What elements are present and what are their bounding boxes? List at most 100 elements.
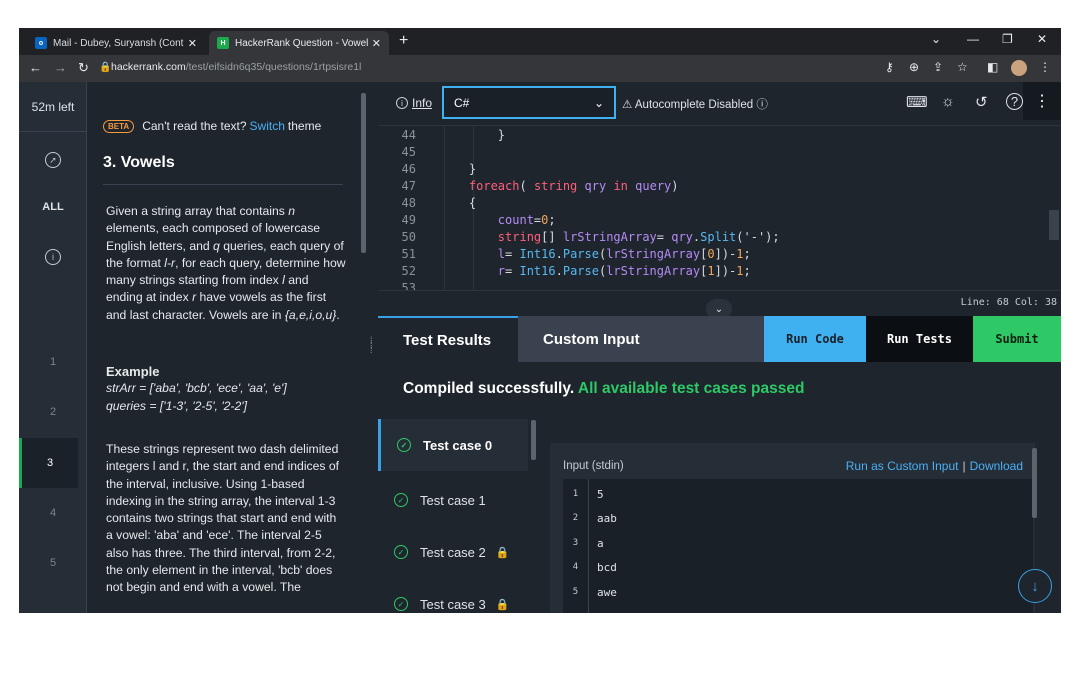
divider [103,184,343,185]
run-custom-link[interactable]: Run as Custom Input [846,459,959,473]
close-icon[interactable]: ✕ [372,37,381,50]
detail-scrollbar[interactable] [1032,448,1037,518]
info-button[interactable]: i Info [396,96,432,110]
example-section: Example strArr = ['aba', 'bcb', 'ece', '… [106,363,346,415]
url-field[interactable]: hackerrank.com/test/eifsidn6q35/question… [111,61,361,73]
code-line: 51 l= Int16.Parse(lrStringArray[0])-1; [401,247,751,261]
code-line: 50 string[] lrStringArray= qry.Split('-'… [401,230,780,244]
problem-explanation: These strings represent two dash delimit… [106,442,340,595]
drag-handle-icon[interactable]: ⁞ ⁞ ⁞ [370,336,376,364]
testcase-list: ✓ Test case 0 ✓ Test case 1 ✓ Test case 2 🔒 … [378,417,533,613]
testcase-item-0[interactable]: ✓ Test case 0 [378,419,528,471]
keyboard-icon[interactable]: ⌨ [906,93,928,111]
profile-avatar[interactable] [1011,60,1027,76]
cursor-position: Line: 68 Col: 38 [960,297,1057,308]
stdin-line: 3a [572,537,604,550]
stdin-line: 4 bcd [572,561,617,574]
browser-tab-mail[interactable]: o Mail - Dubey, Suryansh (Contract ✕ [27,31,205,55]
tab-custom-input[interactable]: Custom Input [518,316,764,362]
rail-item-5[interactable]: 5 [19,538,87,588]
chevron-down-icon: ⌄ [593,95,604,110]
switch-theme-link[interactable]: Switch [250,119,285,133]
testcase-item-1[interactable]: ✓ Test case 1 [378,474,528,526]
download-link[interactable]: Download [970,459,1023,473]
sidebar-icon[interactable]: ◧ [987,60,998,74]
code-line: 46 } [401,162,477,176]
example-array: strArr = ['aba', 'bcb', 'ece', 'aa', 'e'… [106,381,287,396]
testcase-item-2[interactable]: ✓ Test case 2 🔒 [378,526,528,578]
hackerrank-icon: H [217,37,229,49]
bookmark-star-icon[interactable]: ☆ [957,60,968,74]
code-editor[interactable]: 44 } 45 46 } 47 foreach( string qry in q… [378,126,1061,290]
tab-search-icon[interactable]: ⌄ [931,32,941,46]
address-bar: ← → ↻ 🔒 hackerrank.com/test/eifsidn6q35/… [19,55,1061,82]
submit-button[interactable]: Submit [973,316,1061,362]
editor-statusbar: ⌄ Line: 68 Col: 38 [378,290,1061,319]
forward-icon[interactable]: → [54,60,67,75]
editor-toolbar: i Info C# ⌄ ⚠ Autocomplete Disabled ⓘ ⌨ ☼ … [378,82,1061,126]
code-line: 44 } [401,128,506,142]
back-icon[interactable]: ← [29,60,42,75]
scroll-down-icon[interactable]: ↓ [1018,569,1052,603]
warning-icon: ⚠ [622,99,633,111]
lock-icon: 🔒 [99,62,112,73]
browser-tab-hackerrank[interactable]: H HackerRank Question - Vowels ✕ [209,31,389,55]
code-line: 53 [401,281,416,290]
problem-description: Given a string array that contains n ele… [106,204,346,322]
rail-item-4[interactable]: 4 [19,488,87,538]
rail-item-2[interactable]: 2 [19,387,87,437]
menu-kebab-icon[interactable]: ⋮ [1039,60,1051,74]
compass-icon[interactable]: ➚ [19,135,87,185]
rail-item-3[interactable]: 3 [19,438,78,488]
editor-menu-icon[interactable]: ⋮ [1023,82,1061,120]
code-line: 48 { [401,196,477,210]
minimize-icon[interactable]: — [967,32,979,46]
tab-title: HackerRank Question - Vowels [235,37,368,49]
close-icon[interactable]: ✕ [188,37,197,50]
info-icon: ⓘ [756,99,768,111]
stdin-line: 2 aab [572,512,617,525]
browser-tabbar: o Mail - Dubey, Suryansh (Contract ✕ H H… [19,28,1061,55]
tab-test-results[interactable]: Test Results [378,316,518,362]
key-icon[interactable]: ⚷ [885,60,894,74]
testcase-item-3[interactable]: ✓ Test case 3 🔒 [378,578,528,613]
share-icon[interactable]: ⇪ [933,60,943,74]
stdin-line: 15 [572,488,604,501]
info-icon: i [396,97,408,109]
language-select[interactable]: C# ⌄ [442,86,616,119]
check-icon: ✓ [394,545,408,559]
theme-sun-icon[interactable]: ☼ [941,93,955,110]
rail-item-1[interactable]: 1 [19,337,87,387]
restore-icon[interactable]: ❐ [1002,32,1013,46]
editor-scrollbar[interactable] [1049,210,1059,240]
lock-icon: 🔒 [495,598,510,611]
code-line: 45 [401,145,416,159]
beta-badge: BETA [103,119,135,133]
history-icon[interactable]: ↺ [975,93,988,111]
problem-title: 3. Vowels [103,154,175,171]
example-heading: Example [106,364,160,379]
info-icon[interactable]: i [19,232,87,282]
example-queries: queries = ['1-3', '2-5', '2-2'] [106,398,247,413]
code-line: 52 r= Int16.Parse(lrStringArray[1])-1; [401,264,751,278]
help-icon[interactable]: ? [1006,93,1023,110]
input-label: Input (stdin) [563,460,624,472]
run-tests-button[interactable]: Run Tests [866,316,973,362]
window-close-icon[interactable]: ✕ [1037,32,1047,46]
problem-scrollbar[interactable] [361,93,366,253]
reload-icon[interactable]: ↻ [78,60,89,76]
question-rail: 52m left ➚ ALL i 1 2 3 4 5 [19,82,87,613]
run-code-button[interactable]: Run Code [764,316,866,362]
testcase-scrollbar[interactable] [531,420,536,460]
problem-panel: BETA Can't read the text? Switch theme 3… [88,82,368,613]
code-line: 49 count=0; [401,213,556,227]
results-tabbar: Test Results Custom Input Run Code Run T… [378,316,1061,362]
lock-icon: 🔒 [495,546,510,559]
stdin-line: 5 awe [572,586,617,599]
rail-item-all[interactable]: ALL [19,182,87,232]
zoom-icon[interactable]: ⊕ [909,60,919,74]
outlook-icon: o [35,37,47,49]
new-tab-icon[interactable]: + [399,32,408,50]
autocomplete-status: ⚠ Autocomplete Disabled ⓘ [622,99,768,111]
panel-splitter[interactable]: ⁞ ⁞ ⁞ [368,82,378,613]
